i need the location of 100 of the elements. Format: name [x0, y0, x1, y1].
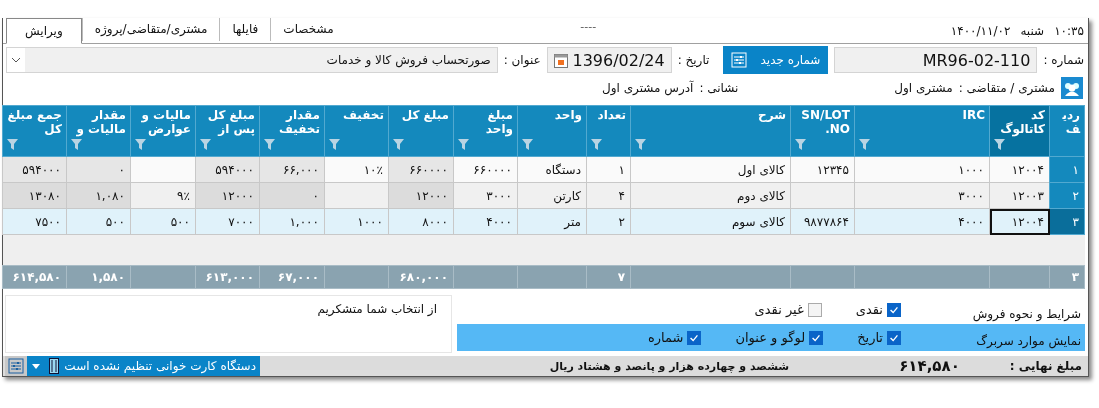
table-cell: ۲	[586, 208, 631, 235]
filter-icon[interactable]	[71, 139, 82, 150]
tab[interactable]: فایلها	[219, 18, 271, 41]
field-label: عنوان :	[503, 53, 541, 67]
chevron-down-icon	[11, 57, 21, 63]
column-header[interactable]: IRC	[854, 105, 990, 157]
option-label: شرایط و نحوه فروش	[971, 307, 1082, 324]
final-amount-label: مبلغ نهایی :	[1009, 359, 1082, 373]
column-header[interactable]: تعداد	[586, 105, 631, 157]
column-header[interactable]: SN/LOT NO.	[790, 105, 855, 157]
table-cell: ۳۰۰۰	[854, 182, 990, 209]
total-cell: ۶۱۴,۵۸۰	[2, 265, 67, 289]
table-cell: کارتن	[517, 182, 587, 209]
table-cell: ۱۲۳۴۵	[790, 156, 855, 183]
card-reader-dropdown[interactable]: دستگاه کارت خوانی تنظیم نشده است	[27, 356, 260, 376]
table-cell: ۱,۰۸۰	[66, 182, 131, 209]
tab[interactable]: مشخصات	[270, 18, 346, 41]
checkbox-label[interactable]: غیر نقدی	[754, 302, 804, 317]
column-header[interactable]: تخفیف	[324, 105, 389, 157]
date-field[interactable]: 1396/02/24	[546, 47, 672, 73]
field-label: نشانی :	[699, 81, 739, 95]
table-cell: ۴	[586, 182, 631, 209]
column-header[interactable]: مبلغ واحد	[453, 105, 518, 157]
field-label: شماره :	[1043, 53, 1084, 67]
checkbox-label[interactable]: نقدی	[855, 302, 883, 317]
filter-icon[interactable]	[329, 139, 340, 150]
table-cell: ۱	[586, 156, 631, 183]
table-cell: ۱۲۰۰۰	[388, 182, 454, 209]
checkbox[interactable]	[807, 302, 822, 317]
column-header[interactable]: کد کاتالوگ	[989, 105, 1050, 157]
column-header[interactable]: واحد	[517, 105, 587, 157]
filter-icon[interactable]	[522, 139, 533, 150]
tab[interactable]: ویرایش	[6, 18, 82, 44]
table-cell: ۵۰۰	[66, 208, 131, 235]
column-header[interactable]: شرح	[630, 105, 791, 157]
checkbox[interactable]	[887, 302, 901, 317]
table-cell: ۷۰۰۰	[195, 208, 260, 235]
filter-icon[interactable]	[7, 139, 18, 150]
table-cell: ۱,۰۰۰	[259, 208, 325, 235]
checkbox-label[interactable]: شماره	[647, 330, 684, 345]
table-cell: ۴۰۰۰	[453, 208, 518, 235]
table-cell: ۱۲۰۰۴	[989, 208, 1050, 235]
table-cell: ۵۹۴۰۰۰	[195, 156, 260, 183]
filter-icon[interactable]	[135, 139, 146, 150]
checkbox[interactable]	[809, 330, 824, 345]
filter-icon[interactable]	[591, 139, 602, 150]
checkbox[interactable]	[687, 330, 702, 345]
new-number-button[interactable]: شماره جدید	[723, 46, 829, 74]
settings-icon	[731, 52, 748, 68]
table-cell: ۱۲۰۰۰	[195, 182, 260, 209]
table-cell: کالای سوم	[630, 208, 791, 235]
column-header[interactable]: مقدار مالیات و	[66, 105, 131, 157]
table-cell: ۱۰۰۰	[854, 156, 990, 183]
column-header[interactable]: جمع مبلغ کل	[2, 105, 67, 157]
table-cell: ۱۰۰۰	[324, 208, 389, 235]
title-dropdown[interactable]: صورتحساب فروش کالا و خدمات	[6, 47, 498, 73]
filter-icon[interactable]	[795, 139, 806, 150]
checkbox-label[interactable]: لوگو و عنوان	[735, 330, 806, 345]
table-cell: ۵۹۴۰۰۰	[2, 156, 67, 183]
column-header[interactable]: ردیف	[1049, 105, 1085, 157]
table-cell: کالای اول	[630, 156, 791, 183]
row-number[interactable]: ۱	[1049, 156, 1085, 183]
total-cell: ۶۷,۰۰۰	[259, 265, 325, 289]
note-field[interactable]: از انتخاب شما متشکریم	[5, 295, 452, 353]
table-cell: کالای دوم	[630, 182, 791, 209]
column-header[interactable]: مقدار تخفیف	[259, 105, 325, 157]
row-number[interactable]: ۲	[1049, 182, 1085, 209]
calendar-icon[interactable]	[553, 52, 568, 68]
table-cell: ۱۳۰۸۰	[2, 182, 67, 209]
settings-button[interactable]	[5, 356, 27, 376]
table-cell: متر	[517, 208, 587, 235]
checkbox[interactable]	[887, 330, 901, 345]
filter-icon[interactable]	[635, 139, 646, 150]
filter-icon[interactable]	[458, 139, 469, 150]
table-cell: ۴۰۰۰	[854, 208, 990, 235]
filter-icon[interactable]	[994, 139, 1005, 150]
filter-icon[interactable]	[200, 139, 211, 150]
column-header[interactable]: مبلغ کل	[388, 105, 454, 157]
field-label: تاریخ :	[677, 53, 710, 67]
caret-icon	[32, 363, 41, 369]
table-cell: ۶۶,۰۰۰	[259, 156, 325, 183]
customer-name: مشتری اول	[894, 81, 953, 95]
filter-icon[interactable]	[859, 139, 870, 150]
total-cell: ۳	[1049, 265, 1085, 289]
column-header[interactable]: مبلغ کل پس از	[195, 105, 260, 157]
table-cell: ۷۵۰۰	[2, 208, 67, 235]
table-cell: ۸۰۰۰	[388, 208, 454, 235]
table-cell: ۱۰٪	[324, 156, 389, 183]
total-cell: ۷	[586, 265, 631, 289]
number-field[interactable]: MR96-02-110	[834, 47, 1038, 73]
filter-icon[interactable]	[393, 139, 404, 150]
option-label: نمایش موارد سربرگ	[975, 334, 1082, 351]
total-cell: ۶۱۳,۰۰۰	[195, 265, 260, 289]
column-header[interactable]: مالیات و عوارض	[130, 105, 196, 157]
filter-icon[interactable]	[264, 139, 275, 150]
settings-icon	[8, 358, 24, 374]
table-cell: ۰	[66, 156, 131, 183]
clock-date: ۱۴۰۰/۱۱/۰۲	[950, 23, 1011, 38]
checkbox-label[interactable]: تاریخ	[857, 330, 883, 345]
clock-day: شنبه	[1020, 23, 1045, 38]
